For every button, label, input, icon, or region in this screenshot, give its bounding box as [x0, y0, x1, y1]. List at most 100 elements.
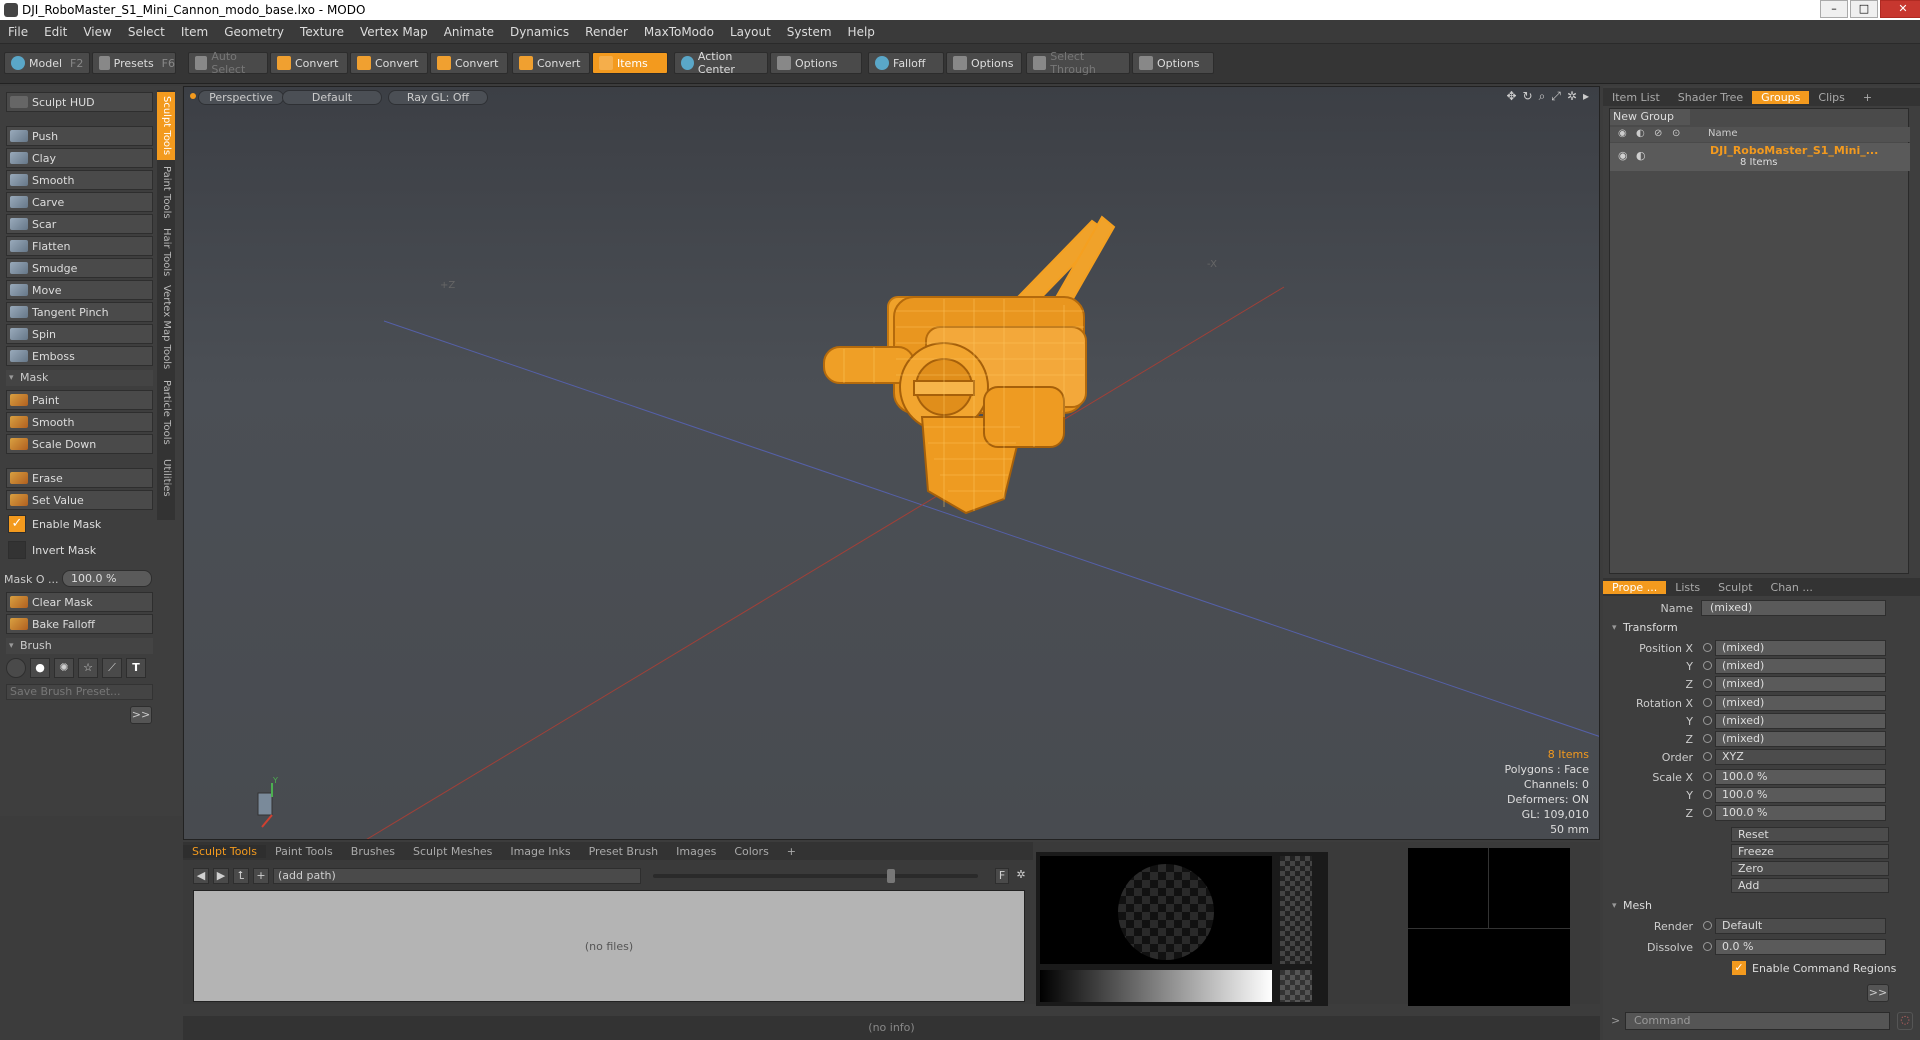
menu-render[interactable]: Render: [577, 25, 636, 39]
bottom-tab-preset-brush[interactable]: Preset Brush: [580, 845, 668, 858]
bottom-tab-sculpt-meshes[interactable]: Sculpt Meshes: [404, 845, 501, 858]
enable-command-regions-checkbox[interactable]: ✓: [1732, 961, 1746, 975]
tab-groups[interactable]: Groups: [1752, 90, 1810, 104]
menu-help[interactable]: Help: [840, 25, 883, 39]
mask-scale-down[interactable]: Scale Down: [6, 434, 153, 454]
bottom-tab-sculpt-tools[interactable]: Sculpt Tools: [183, 844, 266, 858]
tab-channels[interactable]: Chan ...: [1762, 581, 1822, 594]
tab-sculpt[interactable]: Sculpt: [1709, 581, 1761, 594]
scale-y-field[interactable]: 100.0 %: [1715, 787, 1886, 803]
group-visibility-icon[interactable]: ◉: [1618, 149, 1628, 162]
more-button[interactable]: >>: [130, 706, 152, 724]
falloff-button[interactable]: Falloff: [868, 52, 944, 74]
maximize-button[interactable]: □: [1850, 0, 1878, 18]
render-dropdown[interactable]: Default: [1715, 918, 1886, 934]
tool-scar[interactable]: Scar: [6, 214, 153, 234]
mask-paint[interactable]: Paint: [6, 390, 153, 410]
command-input[interactable]: Command: [1625, 1012, 1890, 1030]
action-center-button[interactable]: Action Center: [674, 50, 768, 76]
file-browser-area[interactable]: (no files): [193, 890, 1025, 1002]
scale-y-anim-icon[interactable]: [1703, 790, 1712, 799]
position-x-anim-icon[interactable]: [1703, 643, 1712, 652]
procedural-brush-icon[interactable]: ✺: [54, 658, 74, 678]
convert-button-3[interactable]: Convert: [430, 52, 508, 74]
hard-brush-icon[interactable]: ●: [30, 658, 50, 678]
items-button[interactable]: Items: [592, 52, 668, 74]
3d-viewport[interactable]: Perspective Default Ray GL: Off ✥ ↻ ⌕ ⤢ …: [183, 86, 1600, 840]
options-button-1[interactable]: Options: [770, 52, 862, 74]
tool-tangent-pinch[interactable]: Tangent Pinch: [6, 302, 153, 322]
rotation-x-field[interactable]: (mixed): [1715, 695, 1886, 711]
set-value-button[interactable]: Set Value: [6, 490, 153, 510]
clear-mask-button[interactable]: Clear Mask: [6, 592, 153, 612]
scale-z-field[interactable]: 100.0 %: [1715, 805, 1886, 821]
dissolve-anim-icon[interactable]: [1703, 942, 1712, 951]
tab-paint-tools[interactable]: Paint Tools: [157, 162, 175, 222]
group-row[interactable]: ◉ ◐ DJI_RoboMaster_S1_Mini_... 8 Items: [1610, 143, 1910, 171]
menu-view[interactable]: View: [75, 25, 119, 39]
path-dropdown[interactable]: (add path): [273, 868, 641, 884]
position-z-anim-icon[interactable]: [1703, 679, 1712, 688]
menu-geometry[interactable]: Geometry: [216, 25, 292, 39]
add-dropdown[interactable]: Add: [1731, 878, 1889, 893]
add-tab-icon[interactable]: +: [778, 845, 805, 858]
thumbnail-size-slider[interactable]: [653, 874, 978, 878]
tab-utilities[interactable]: Utilities: [157, 452, 175, 504]
tab-shader-tree[interactable]: Shader Tree: [1669, 91, 1752, 104]
scale-x-anim-icon[interactable]: [1703, 772, 1712, 781]
menu-edit[interactable]: Edit: [36, 25, 75, 39]
tab-lists[interactable]: Lists: [1666, 581, 1709, 594]
tool-flatten[interactable]: Flatten: [6, 236, 153, 256]
slider-handle[interactable]: [887, 869, 895, 883]
zero-dropdown[interactable]: Zero: [1731, 861, 1889, 876]
rotation-z-field[interactable]: (mixed): [1715, 731, 1886, 747]
bake-falloff-button[interactable]: Bake Falloff: [6, 614, 153, 634]
tool-move[interactable]: Move: [6, 280, 153, 300]
tool-clay[interactable]: Clay: [6, 148, 153, 168]
tab-particle-tools[interactable]: Particle Tools: [157, 374, 175, 450]
command-history-icon[interactable]: ◌: [1897, 1012, 1913, 1030]
bottom-tab-paint-tools[interactable]: Paint Tools: [266, 845, 342, 858]
tool-smudge[interactable]: Smudge: [6, 258, 153, 278]
mask-smooth[interactable]: Smooth: [6, 412, 153, 432]
dissolve-field[interactable]: 0.0 %: [1715, 939, 1886, 955]
menu-maxtomodo[interactable]: MaxToModo: [636, 25, 722, 39]
menu-item[interactable]: Item: [173, 25, 216, 39]
model-button[interactable]: Model F2: [4, 52, 90, 74]
scale-z-anim-icon[interactable]: [1703, 808, 1712, 817]
tool-spin[interactable]: Spin: [6, 324, 153, 344]
brush-section-header[interactable]: Brush: [6, 638, 153, 654]
rotation-z-anim-icon[interactable]: [1703, 734, 1712, 743]
rotation-y-anim-icon[interactable]: [1703, 716, 1712, 725]
rotation-y-field[interactable]: (mixed): [1715, 713, 1886, 729]
position-z-field[interactable]: (mixed): [1715, 676, 1886, 692]
add-tab-icon[interactable]: +: [1854, 91, 1881, 104]
position-x-field[interactable]: (mixed): [1715, 640, 1886, 656]
scale-x-field[interactable]: 100.0 %: [1715, 769, 1886, 785]
minimize-button[interactable]: –: [1820, 0, 1848, 18]
menu-texture[interactable]: Texture: [292, 25, 352, 39]
tool-emboss[interactable]: Emboss: [6, 346, 153, 366]
rotation-x-anim-icon[interactable]: [1703, 698, 1712, 707]
bottom-tab-images[interactable]: Images: [667, 845, 725, 858]
tool-carve[interactable]: Carve: [6, 192, 153, 212]
menu-animate[interactable]: Animate: [436, 25, 502, 39]
forward-arrow-icon[interactable]: ▶: [213, 868, 229, 884]
soft-brush-icon[interactable]: [6, 658, 26, 678]
convert-button-1[interactable]: Convert: [270, 52, 348, 74]
image-brush-icon[interactable]: ⟋: [102, 658, 122, 678]
mesh-section[interactable]: Mesh: [1609, 898, 1652, 914]
invert-mask-checkbox[interactable]: [8, 541, 26, 559]
order-dropdown[interactable]: XYZ: [1715, 749, 1886, 765]
bottom-tab-colors[interactable]: Colors: [725, 845, 777, 858]
parent-folder-icon[interactable]: ⮤: [233, 868, 249, 884]
tab-vertex-map-tools[interactable]: Vertex Map Tools: [157, 282, 175, 372]
group-render-icon[interactable]: ◐: [1636, 149, 1646, 162]
add-path-icon[interactable]: +: [253, 868, 269, 884]
cannon-model[interactable]: [823, 215, 1116, 515]
reset-dropdown[interactable]: Reset: [1731, 827, 1889, 842]
transform-section[interactable]: Transform: [1609, 620, 1678, 636]
convert-button-4[interactable]: Convert: [512, 52, 590, 74]
close-button[interactable]: ✕: [1880, 0, 1920, 18]
position-y-field[interactable]: (mixed): [1715, 658, 1886, 674]
